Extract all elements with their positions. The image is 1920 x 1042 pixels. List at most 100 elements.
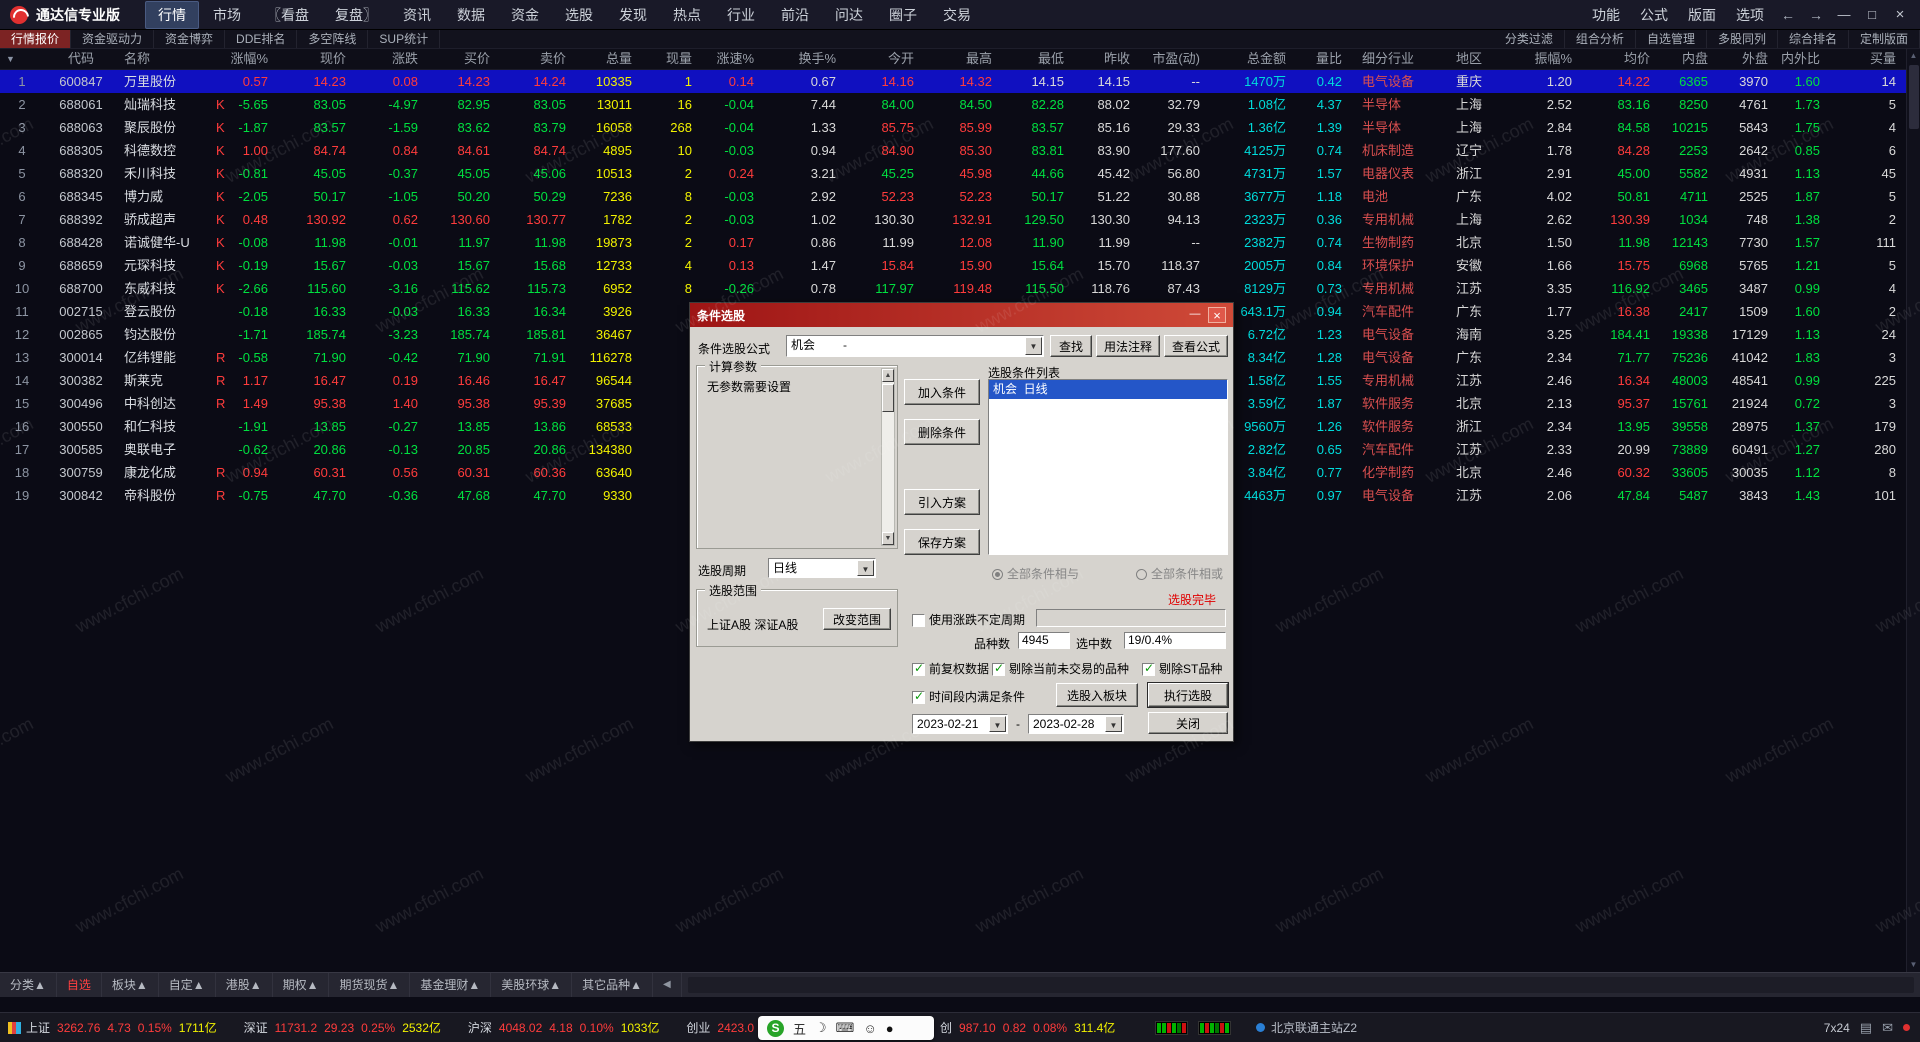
table-row[interactable]: 6 688345 博力威 K -2.05 50.17 -1.05 50.20 50.29 7236… bbox=[0, 185, 1906, 208]
checkbox-remove-st[interactable]: 剔除ST品种 bbox=[1142, 660, 1222, 677]
menu-item[interactable]: 〖看盘 bbox=[255, 2, 321, 28]
toolbar-item[interactable]: 多股同列 bbox=[1707, 30, 1778, 48]
sort-indicator-icon[interactable]: ▼ bbox=[0, 49, 44, 69]
dialog-close-icon[interactable]: × bbox=[1208, 307, 1226, 323]
checkbox-forward-adjusted[interactable]: 前复权数据 bbox=[912, 660, 989, 677]
table-row[interactable]: 1 600847 万里股份 0.57 14.23 0.08 14.23 14.24 10335 1… bbox=[0, 70, 1906, 93]
column-header[interactable]: 名称 bbox=[118, 49, 210, 69]
bottom-tab[interactable]: 其它品种▲ bbox=[572, 973, 654, 997]
column-header[interactable]: 外盘 bbox=[1714, 49, 1774, 69]
column-header[interactable]: 现量 bbox=[638, 49, 698, 69]
toolbar-item[interactable]: 资金博弈 bbox=[154, 30, 226, 48]
column-header[interactable]: 涨跌 bbox=[352, 49, 424, 69]
table-row[interactable]: 3 688063 聚辰股份 K -1.87 83.57 -1.59 83.62 83.79 160… bbox=[0, 116, 1906, 139]
scroll-down-icon[interactable]: ▼ bbox=[1907, 958, 1920, 972]
date-to-combobox[interactable]: 2023-02-28 ▼ bbox=[1028, 714, 1124, 734]
toolbar-item[interactable]: 分类过滤 bbox=[1494, 30, 1565, 48]
find-button[interactable]: 查找 bbox=[1050, 335, 1092, 357]
dialog-minimize-button[interactable]: — bbox=[1186, 307, 1204, 323]
back-button[interactable]: ← bbox=[1774, 5, 1802, 25]
column-header[interactable]: 买量 bbox=[1826, 49, 1906, 69]
menu-item[interactable]: 选项 bbox=[1727, 2, 1773, 28]
column-header[interactable]: 振幅% bbox=[1500, 49, 1578, 69]
menu-item[interactable]: 圈子 bbox=[877, 2, 929, 28]
ime-logo-icon[interactable]: S bbox=[767, 1019, 784, 1037]
save-plan-button[interactable]: 保存方案 bbox=[904, 529, 980, 555]
chevron-down-icon[interactable]: ▼ bbox=[857, 560, 874, 576]
grid-icon[interactable]: ▤ bbox=[1860, 1020, 1872, 1036]
ime-toolbar[interactable]: S 五 ☽ ⌨ ☺ ● bbox=[758, 1016, 934, 1040]
chevron-down-icon[interactable]: ▼ bbox=[989, 716, 1006, 732]
column-header[interactable]: 地区 bbox=[1442, 49, 1500, 69]
menu-item[interactable]: 热点 bbox=[661, 2, 713, 28]
ime-keyboard-icon[interactable]: ⌨ bbox=[836, 1020, 855, 1036]
table-row[interactable]: 5 688320 禾川科技 K -0.81 45.05 -0.37 45.05 45.06 105… bbox=[0, 162, 1906, 185]
forward-button[interactable]: → bbox=[1802, 5, 1830, 25]
bottom-tab[interactable]: 分类▲ bbox=[0, 973, 57, 997]
table-scrollbar[interactable]: ▲ ▼ bbox=[1906, 49, 1920, 972]
column-header[interactable]: 卖价 bbox=[496, 49, 572, 69]
ime-wubi-icon[interactable]: 五 bbox=[793, 1019, 806, 1038]
menu-item[interactable]: 资讯 bbox=[391, 2, 443, 28]
maximize-button[interactable]: □ bbox=[1858, 4, 1886, 25]
bottom-tab[interactable]: 港股▲ bbox=[216, 973, 273, 997]
menu-item[interactable]: 行情 bbox=[145, 0, 199, 29]
column-header[interactable]: 最高 bbox=[920, 49, 998, 69]
table-row[interactable]: 2 688061 灿瑞科技 K -5.65 83.05 -4.97 82.95 83.05 130… bbox=[0, 93, 1906, 116]
column-header[interactable]: 现价 bbox=[274, 49, 352, 69]
column-header[interactable]: 总量 bbox=[572, 49, 638, 69]
table-row[interactable]: 10 688700 东威科技 K -2.66 115.60 -3.16 115.62 115.7… bbox=[0, 277, 1906, 300]
params-scrollbar-track[interactable] bbox=[882, 382, 894, 532]
radio-all-conditions-or[interactable]: 全部条件相或 bbox=[1136, 565, 1223, 582]
table-row[interactable]: 9 688659 元琛科技 K -0.19 15.67 -0.03 15.67 15.68 127… bbox=[0, 254, 1906, 277]
menu-item[interactable]: 版面 bbox=[1679, 2, 1725, 28]
scroll-up-icon[interactable]: ▲ bbox=[1907, 49, 1920, 63]
bottom-tab[interactable]: 基金理财▲ bbox=[410, 973, 492, 997]
column-header[interactable]: 买价 bbox=[424, 49, 496, 69]
toolbar-item[interactable]: 定制版面 bbox=[1849, 30, 1920, 48]
chevron-down-icon[interactable]: ▼ bbox=[1105, 716, 1122, 732]
dialog-close-button[interactable]: 关闭 bbox=[1148, 712, 1228, 734]
menu-item[interactable]: 前沿 bbox=[769, 2, 821, 28]
condition-listbox[interactable]: 机会 日线 bbox=[988, 379, 1228, 555]
column-header[interactable]: 细分行业 bbox=[1348, 49, 1442, 69]
column-header[interactable]: 换手% bbox=[760, 49, 842, 69]
column-header[interactable]: 今开 bbox=[842, 49, 920, 69]
column-header[interactable]: 总金额 bbox=[1206, 49, 1292, 69]
ime-penguin-icon[interactable]: ● bbox=[886, 1021, 894, 1036]
bottom-tab[interactable]: 自定▲ bbox=[159, 973, 216, 997]
checkbox-remove-untraded[interactable]: 剔除当前未交易的品种 bbox=[992, 660, 1129, 677]
column-header[interactable]: 涨速% bbox=[698, 49, 760, 69]
table-row[interactable]: 7 688392 骄成超声 K 0.48 130.92 0.62 130.60 130.77 17… bbox=[0, 208, 1906, 231]
menu-item[interactable]: 选股 bbox=[553, 2, 605, 28]
menu-item[interactable]: 交易 bbox=[931, 2, 983, 28]
menu-item[interactable]: 问达 bbox=[823, 2, 875, 28]
condition-list-item[interactable]: 机会 日线 bbox=[989, 380, 1227, 399]
column-header[interactable] bbox=[210, 49, 228, 69]
menu-item[interactable]: 公式 bbox=[1631, 2, 1677, 28]
column-header[interactable]: 内盘 bbox=[1656, 49, 1714, 69]
toolbar-item[interactable]: 组合分析 bbox=[1565, 30, 1636, 48]
menu-item[interactable]: 市场 bbox=[201, 2, 253, 28]
select-into-block-button[interactable]: 选股入板块 bbox=[1056, 683, 1138, 707]
menu-item[interactable]: 数据 bbox=[445, 2, 497, 28]
bottom-tab[interactable]: 期货现货▲ bbox=[329, 973, 411, 997]
column-header[interactable]: 市盈(动) bbox=[1136, 49, 1206, 69]
run-selection-button[interactable]: 执行选股 bbox=[1148, 683, 1228, 707]
dialog-title-bar[interactable]: 条件选股 — × bbox=[690, 303, 1233, 327]
tab-scrollbar-track[interactable] bbox=[687, 977, 1914, 993]
toolbar-item[interactable]: 行情报价 bbox=[0, 30, 72, 48]
server-status[interactable]: 北京联通主站Z2 bbox=[1256, 1013, 1357, 1042]
checkbox-time-range[interactable]: 时间段内满足条件 bbox=[912, 688, 1025, 705]
menu-item[interactable]: 行业 bbox=[715, 2, 767, 28]
menu-item[interactable]: 发现 bbox=[607, 2, 659, 28]
table-row[interactable]: 8 688428 诺诚健华-U K -0.08 11.98 -0.01 11.97 11.98 1… bbox=[0, 231, 1906, 254]
column-header[interactable]: 涨幅% bbox=[228, 49, 274, 69]
delete-condition-button[interactable]: 删除条件 bbox=[904, 419, 980, 445]
column-header[interactable]: 昨收 bbox=[1070, 49, 1136, 69]
ime-moon-icon[interactable]: ☽ bbox=[815, 1020, 827, 1036]
scroll-down-icon[interactable]: ▼ bbox=[882, 532, 894, 545]
menu-item[interactable]: 功能 bbox=[1583, 2, 1629, 28]
mail-icon[interactable]: ✉ bbox=[1882, 1020, 1893, 1036]
bottom-tab[interactable]: 板块▲ bbox=[102, 973, 159, 997]
